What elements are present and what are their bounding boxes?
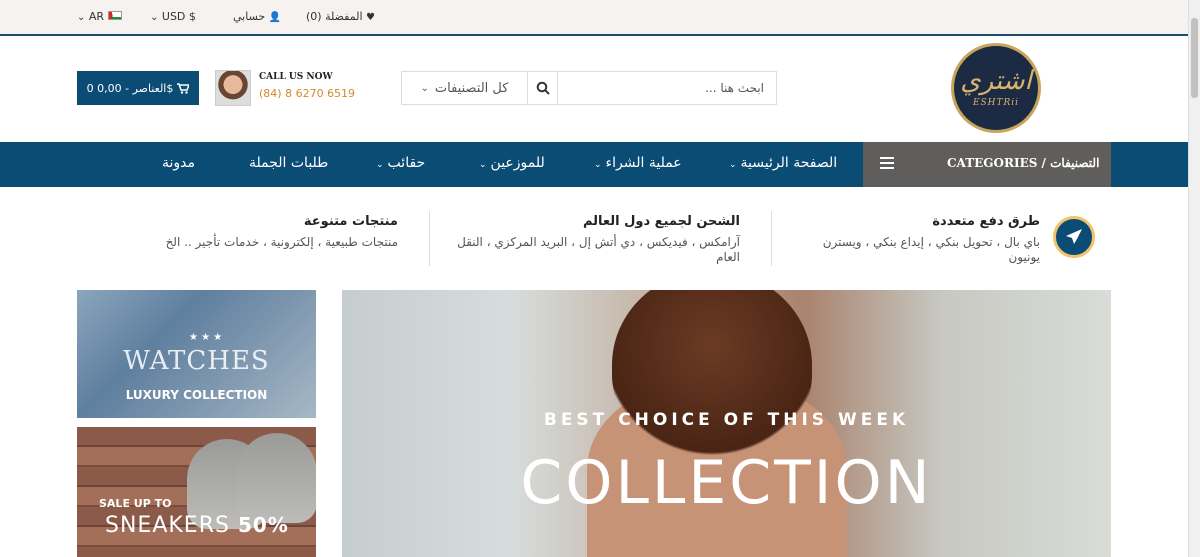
banner-subtitle: LUXURY COLLECTION <box>125 388 268 402</box>
feature-title: طرق دفع متعددة <box>932 214 1040 229</box>
categories-label: CATEGORIES / التصنيفات <box>947 156 1100 170</box>
chevron-down-icon: ⌄ <box>729 160 737 170</box>
hero-title: COLLECTION <box>520 448 933 518</box>
chevron-down-icon: ⌄ <box>420 82 429 94</box>
site-logo[interactable]: اشتري ESHTRii <box>951 43 1041 133</box>
nav-item-label: الصفحة الرئيسية <box>740 155 838 171</box>
search-bar: ⌄ كل التصنيفات <box>401 71 777 105</box>
menu-icon <box>880 157 894 169</box>
feature-desc: منتجات طبيعية ، إلكترونية ، خدمات تأجير … <box>165 235 398 249</box>
nav-item-purchase[interactable]: ⌄ عملية الشراء <box>594 155 682 171</box>
categories-button[interactable]: CATEGORIES / التصنيفات <box>863 142 1111 187</box>
chevron-down-icon: ⌄ <box>77 12 86 23</box>
cart-label: 0 العناصر - 0,00$ <box>86 81 174 95</box>
language-selector[interactable]: ⌄ AR <box>77 10 122 23</box>
banner-title: SNEAKERS 50% <box>105 513 289 538</box>
wishlist-label: المفضلة (0) <box>306 10 363 23</box>
nav-item-label: عملية الشراء <box>605 155 682 171</box>
hero-image <box>612 290 812 460</box>
support-avatar <box>215 70 251 106</box>
cart-icon <box>177 82 190 94</box>
currency-selector[interactable]: ⌄ USD $ <box>150 10 196 23</box>
nav-item-bags[interactable]: ⌄ حقائب <box>376 155 425 171</box>
flag-icon <box>107 11 122 20</box>
watches-banner[interactable]: ★ ★ ★ WATCHES LUXURY COLLECTION <box>77 290 316 418</box>
chevron-down-icon: ⌄ <box>479 160 487 170</box>
wishlist-link[interactable]: ♥ المفضلة (0) <box>306 10 375 23</box>
banner-title-text: SNEAKERS <box>105 513 230 538</box>
nav-item-label: طلبات الجملة <box>249 155 329 171</box>
banner-kicker: SALE UP TO <box>99 497 172 510</box>
top-bar: ⌄ AR ⌄ USD $ 👤 حسابي ♥ المفضلة (0) <box>0 0 1188 36</box>
sneaker-image <box>237 433 316 523</box>
nav-item-home[interactable]: ⌄ الصفحة الرئيسية <box>729 155 837 171</box>
feature-title: الشحن لجميع دول العالم <box>582 214 740 229</box>
scrollbar-thumb[interactable] <box>1191 18 1198 98</box>
call-us-number[interactable]: (84) 8 6270 6519 <box>259 87 355 100</box>
feature-desc: آرامكس ، فيديكس ، دي أتش إل ، البريد الم… <box>457 235 740 264</box>
account-link[interactable]: 👤 حسابي <box>233 10 281 23</box>
category-select[interactable]: ⌄ كل التصنيفات <box>402 72 528 104</box>
call-us-label: CALL US NOW <box>259 72 333 82</box>
hero-banner[interactable]: BEST CHOICE OF THIS WEEK COLLECTION <box>342 290 1111 557</box>
banner-discount: 50% <box>237 513 289 537</box>
feature-payment: طرق دفع متعددة باي بال ، تحويل بنكي ، إي… <box>800 214 1040 265</box>
feature-title: منتجات متنوعة <box>303 214 398 229</box>
search-input[interactable] <box>558 72 776 104</box>
user-icon: 👤 <box>268 12 282 23</box>
search-icon <box>536 81 550 95</box>
chevron-down-icon: ⌄ <box>376 160 384 170</box>
nav-item-wholesale[interactable]: طلبات الجملة <box>249 155 328 171</box>
nav-item-distributors[interactable]: ⌄ للموزعين <box>479 155 545 171</box>
nav-item-label: مدونة <box>162 155 196 171</box>
feature-products: منتجات متنوعة منتجات طبيعية ، إلكترونية … <box>118 214 398 250</box>
nav-item-blog[interactable]: مدونة <box>162 155 195 171</box>
sneakers-banner[interactable]: SALE UP TO SNEAKERS 50% <box>77 427 316 557</box>
feature-shipping: الشحن لجميع دول العالم آرامكس ، فيديكس ،… <box>450 214 740 265</box>
nav-item-label: حقائب <box>387 155 426 171</box>
account-label: حسابي <box>233 10 266 23</box>
main-nav: CATEGORIES / التصنيفات ⌄ الصفحة الرئيسية … <box>0 142 1188 187</box>
search-button[interactable] <box>528 72 558 104</box>
language-label: AR <box>88 10 105 23</box>
chevron-down-icon: ⌄ <box>150 12 159 23</box>
feature-divider <box>771 211 772 266</box>
logo-arabic: اشتري <box>960 66 1032 96</box>
heart-icon: ♥ <box>366 12 375 23</box>
feature-desc: باي بال ، تحويل بنكي ، إيداع بنكي ، ويست… <box>822 235 1040 264</box>
page-scrollbar[interactable] <box>1188 0 1200 557</box>
nav-item-label: للموزعين <box>490 155 545 171</box>
feature-divider <box>429 211 430 266</box>
hero-kicker: BEST CHOICE OF THIS WEEK <box>543 410 910 430</box>
chevron-down-icon: ⌄ <box>594 160 602 170</box>
paper-plane-icon <box>1053 216 1095 258</box>
stars-icon: ★ ★ ★ <box>189 332 223 343</box>
cart-button[interactable]: 0 العناصر - 0,00$ <box>77 71 199 105</box>
logo-english: ESHTRii <box>972 98 1020 108</box>
category-select-label: كل التصنيفات <box>434 80 509 96</box>
banner-title: WATCHES <box>123 346 270 376</box>
currency-label: USD $ <box>161 10 196 23</box>
